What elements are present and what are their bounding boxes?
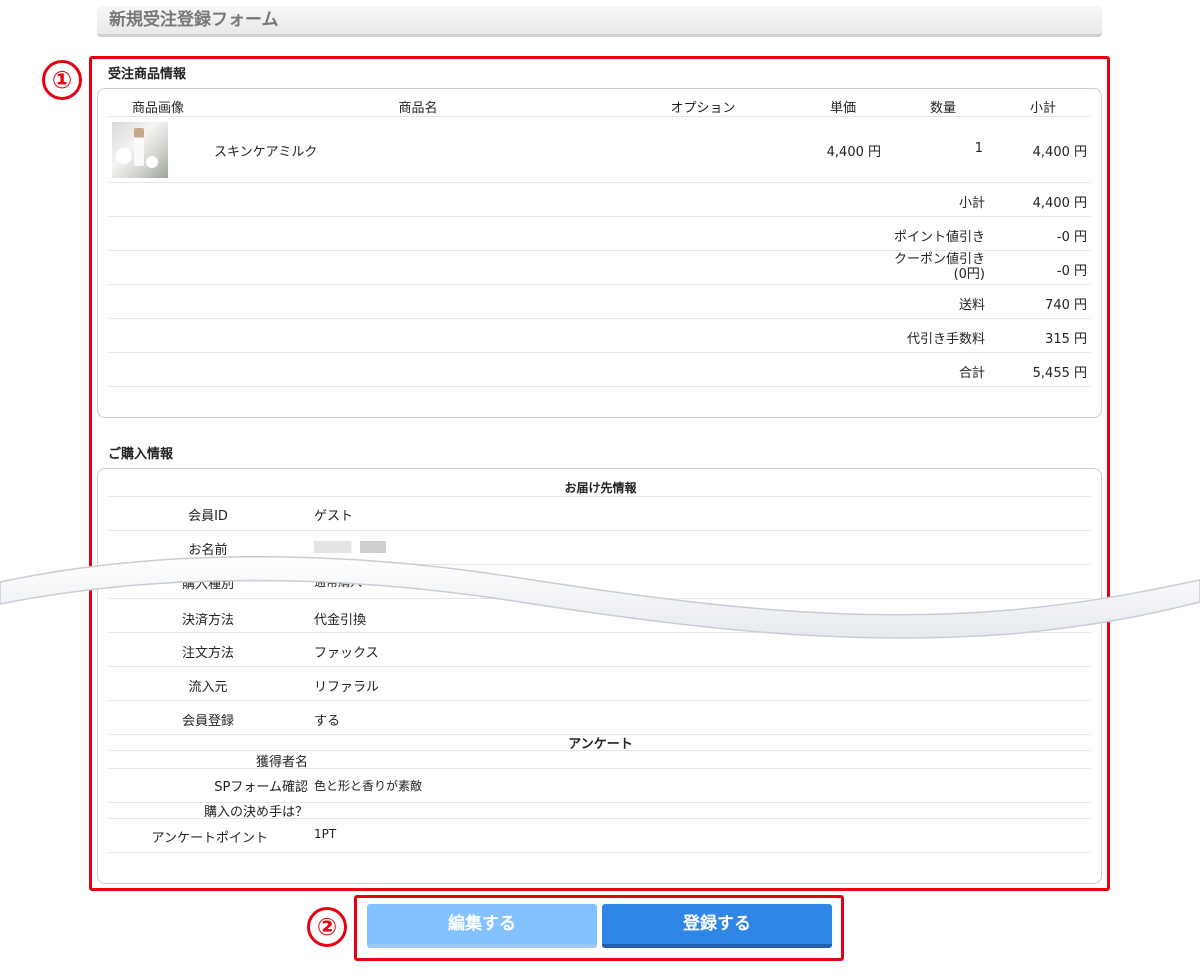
info-label: 会員登録: [181, 714, 234, 729]
info-label: 流入元: [188, 680, 228, 695]
info-row: お名前: [108, 531, 1091, 565]
total-value: 740 円: [1045, 298, 1087, 313]
table-row: スキンケアミルク 4,400 円 1 4,400 円: [108, 117, 1091, 183]
info-value: 通常購入: [314, 575, 363, 589]
total-row-grand-total: 合計 5,455 円: [108, 353, 1091, 387]
order-items-header: 商品画像 商品名 オプション 単価 数量 小計: [108, 93, 1091, 117]
purchase-info-title: ご購入情報: [108, 447, 174, 462]
col-subtotal: 小計: [1029, 101, 1056, 116]
info-value: 代金引換: [314, 613, 367, 628]
total-value: 315 円: [1045, 332, 1087, 347]
info-row: 注文方法 ファックス: [108, 633, 1091, 667]
total-row-subtotal: 小計 4,400 円: [108, 183, 1091, 217]
survey-row: 購入の決め手は？: [108, 803, 1091, 820]
marker-1: ①: [42, 60, 82, 100]
register-button[interactable]: 登録する: [602, 904, 832, 948]
total-label: ポイント値引き: [893, 230, 985, 245]
total-label: 送料: [958, 298, 985, 313]
marker-2: ②: [307, 907, 347, 947]
order-registration-page: 新規受注登録フォーム ① 受注商品情報 商品画像 商品名 オプション 単価 数量…: [0, 0, 1200, 980]
survey-value: 色と形と香りが素敵: [314, 779, 423, 793]
order-items-title: 受注商品情報: [108, 67, 187, 82]
total-value: -0 円: [1056, 264, 1087, 279]
order-items-panel: 商品画像 商品名 オプション 単価 数量 小計 スキンケアミルク 4,400 円…: [97, 88, 1102, 418]
total-label: 小計: [958, 196, 985, 211]
survey-label: 購入の決め手は？: [203, 805, 308, 820]
info-row: 会員ID ゲスト: [108, 497, 1091, 531]
survey-label: 獲得者名: [255, 755, 308, 770]
total-row-shipping: 送料 740 円: [108, 285, 1091, 319]
info-label: 会員ID: [188, 509, 228, 524]
info-row: 流入元 リファラル: [108, 667, 1091, 701]
col-quantity: 数量: [929, 101, 956, 116]
info-value: ファックス: [314, 646, 379, 661]
survey-label: SPフォーム確認: [214, 780, 308, 795]
info-row: 決済方法 代金引換: [108, 599, 1091, 633]
product-unit-price: 4,400 円: [826, 145, 881, 160]
total-row-point: ポイント値引き -0 円: [108, 217, 1091, 251]
survey-value: 1PT: [314, 827, 337, 841]
info-value: ゲスト: [314, 509, 354, 524]
purchase-info-panel: お届け先情報 会員ID ゲスト お名前 購入種別 通常購入 決済方法 代金引換 …: [97, 468, 1102, 884]
col-name: 商品名: [398, 101, 438, 116]
survey-heading: アンケート: [568, 737, 633, 752]
info-label: お名前: [188, 543, 228, 558]
total-row-cod-fee: 代引き手数料 315 円: [108, 319, 1091, 353]
total-value: 5,455 円: [1032, 366, 1087, 381]
product-quantity: 1: [974, 141, 983, 156]
info-row: 購入種別 通常購入: [108, 565, 1091, 599]
info-value: する: [314, 714, 341, 729]
product-subtotal: 4,400 円: [1032, 145, 1087, 160]
survey-row: アンケートポイント 1PT: [108, 819, 1091, 853]
info-row: 会員登録 する: [108, 701, 1091, 735]
survey-row: 獲得者名: [108, 751, 1091, 770]
survey-heading-row: アンケート: [108, 735, 1091, 752]
total-label: 代引き手数料: [906, 332, 985, 347]
col-unit-price: 単価: [829, 101, 856, 116]
info-label: 決済方法: [181, 613, 234, 628]
product-image: [112, 122, 168, 178]
delivery-heading-row: お届け先情報: [108, 473, 1091, 497]
col-option: オプション: [670, 101, 736, 116]
survey-row: SPフォーム確認 色と形と香りが素敵: [108, 769, 1091, 803]
page-title: 新規受注登録フォーム: [97, 6, 1102, 37]
total-value: 4,400 円: [1032, 196, 1087, 211]
total-label: 合計: [958, 366, 985, 381]
total-row-coupon: クーポン値引き (0円) -0 円: [108, 251, 1091, 285]
survey-label: アンケートポイント: [151, 831, 268, 846]
total-label: クーポン値引き (0円): [893, 252, 985, 282]
delivery-heading: お届け先情報: [564, 481, 637, 495]
info-label: 購入種別: [181, 577, 234, 592]
total-value: -0 円: [1056, 230, 1087, 245]
edit-button[interactable]: 編集する: [367, 904, 597, 948]
info-label: 注文方法: [181, 646, 234, 661]
product-name: スキンケアミルク: [214, 145, 318, 160]
col-image: 商品画像: [131, 101, 184, 116]
info-value: リファラル: [314, 680, 380, 695]
customer-name-redacted: [314, 541, 386, 557]
